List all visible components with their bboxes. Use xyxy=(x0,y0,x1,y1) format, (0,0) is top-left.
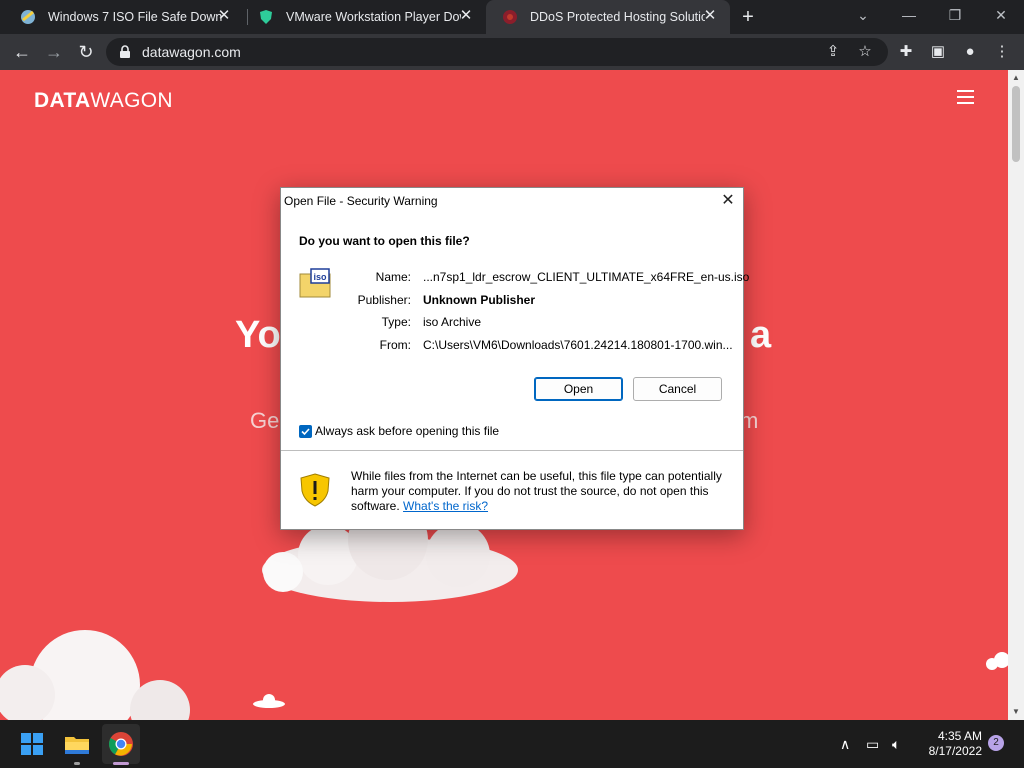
dialog-divider xyxy=(281,450,743,451)
clock-date: 8/17/2022 xyxy=(928,744,982,758)
clock-time: 4:35 AM xyxy=(937,729,982,743)
from-label: From: xyxy=(379,338,411,352)
tab-strip: Windows 7 ISO File Safe Downlo... ✕ VMwa… xyxy=(0,0,1024,34)
hamburger-menu-icon[interactable] xyxy=(957,90,974,104)
chrome-icon[interactable] xyxy=(105,728,137,760)
forward-button[interactable]: → xyxy=(42,40,66,64)
always-ask-label[interactable]: Always ask before opening this file xyxy=(315,424,499,438)
hero-subheading-fragment-left: Ge xyxy=(250,408,280,433)
scrollbar-thumb[interactable] xyxy=(1012,86,1020,162)
restore-button[interactable]: ❐ xyxy=(932,0,978,30)
minimize-button[interactable]: — xyxy=(886,0,932,30)
open-file-security-warning-dialog: Open File - Security Warning ✕ Do you wa… xyxy=(280,187,749,530)
tab-title: VMware Workstation Player Dow... xyxy=(286,10,461,24)
always-ask-checkbox[interactable] xyxy=(299,425,312,438)
from-value: C:\Users\VM6\Downloads\7601.24214.180801… xyxy=(423,338,733,352)
dialog-title: Open File - Security Warning xyxy=(284,194,438,208)
small-cloud-illustration xyxy=(986,652,1008,670)
star-icon[interactable]: ☆ xyxy=(856,43,874,61)
new-tab-button[interactable]: + xyxy=(738,7,758,27)
scroll-down-arrow-icon[interactable]: ▼ xyxy=(1012,708,1020,716)
volume-icon[interactable]: 🔈︎ xyxy=(892,736,900,752)
tab-ddos-hosting[interactable]: DDoS Protected Hosting Solution ✕ xyxy=(486,0,730,34)
small-cloud-illustration xyxy=(253,694,285,708)
datawagon-logo[interactable]: DATAWAGON xyxy=(34,89,173,113)
shield-logo-icon xyxy=(260,10,272,24)
browser-toolbar: ← → ↻ datawagon.com ⇪ ☆ ✚ ▣ ● ⋮ xyxy=(0,34,1024,70)
page-scrollbar[interactable]: ▲ ▼ xyxy=(1008,70,1024,720)
globe-leaf-icon xyxy=(21,10,35,24)
tab-search-chevron-icon[interactable]: ⌄ xyxy=(840,0,886,30)
hero-heading-fragment-right: a xyxy=(750,314,772,356)
dialog-close-button[interactable]: ✕ xyxy=(717,190,739,212)
publisher-value: Unknown Publisher xyxy=(423,293,536,307)
close-icon[interactable]: ✕ xyxy=(458,8,474,24)
publisher-label: Publisher: xyxy=(357,293,411,307)
checkmark-icon xyxy=(301,428,310,436)
warning-shield-icon xyxy=(300,473,330,507)
menu-kebab-icon[interactable]: ⋮ xyxy=(992,42,1012,62)
explorer-running-indicator xyxy=(74,762,80,765)
close-icon[interactable]: ✕ xyxy=(216,8,232,24)
lock-icon[interactable] xyxy=(118,45,132,59)
name-label: Name: xyxy=(375,270,411,284)
notification-badge[interactable]: 2 xyxy=(988,735,1004,751)
chrome-running-indicator xyxy=(113,762,129,765)
close-icon[interactable]: ✕ xyxy=(702,8,718,24)
tab-vmware[interactable]: VMware Workstation Player Dow... ✕ xyxy=(242,0,486,34)
window-close-button[interactable]: ✕ xyxy=(978,0,1024,30)
share-icon[interactable]: ⇪ xyxy=(824,43,842,61)
cancel-button[interactable]: Cancel xyxy=(633,377,722,401)
extensions-puzzle-icon[interactable]: ✚ xyxy=(896,42,916,62)
side-panel-icon[interactable]: ▣ xyxy=(928,42,948,62)
system-clock[interactable]: 4:35 AM 8/17/2022 xyxy=(916,729,982,759)
url-text[interactable]: datawagon.com xyxy=(142,44,241,60)
windows-taskbar: ∧ ▭ 🔈︎ 4:35 AM 8/17/2022 2 xyxy=(0,720,1024,768)
show-hidden-icons-chevron-icon[interactable]: ∧ xyxy=(840,736,850,752)
tab-title: DDoS Protected Hosting Solution xyxy=(530,10,705,24)
hero-heading-fragment-left: Yo xyxy=(235,314,281,356)
type-value: iso Archive xyxy=(423,315,482,329)
address-bar[interactable]: datawagon.com ⇪ ☆ xyxy=(106,38,888,66)
whats-the-risk-link[interactable]: What's the risk? xyxy=(403,499,488,513)
tab-title: Windows 7 ISO File Safe Downlo... xyxy=(48,10,223,24)
back-button[interactable]: ← xyxy=(10,40,34,64)
profile-avatar-icon[interactable]: ● xyxy=(960,42,980,62)
scroll-up-arrow-icon[interactable]: ▲ xyxy=(1012,74,1020,82)
name-value: ...n7sp1_ldr_escrow_CLIENT_ULTIMATE_x64F… xyxy=(423,270,750,284)
open-button[interactable]: Open xyxy=(534,377,623,401)
type-label: Type: xyxy=(381,315,411,329)
reload-button[interactable]: ↻ xyxy=(74,40,98,64)
warning-message: While files from the Internet can be use… xyxy=(351,469,731,514)
ddos-logo-icon xyxy=(503,10,517,24)
network-icon[interactable]: ▭ xyxy=(866,736,879,752)
dialog-question: Do you want to open this file? xyxy=(299,234,470,248)
cloud-illustration xyxy=(0,630,190,720)
file-explorer-icon[interactable] xyxy=(61,728,93,760)
windows-start-icon[interactable] xyxy=(16,728,48,760)
tab-windows7-iso[interactable]: Windows 7 ISO File Safe Downlo... ✕ xyxy=(4,0,244,34)
